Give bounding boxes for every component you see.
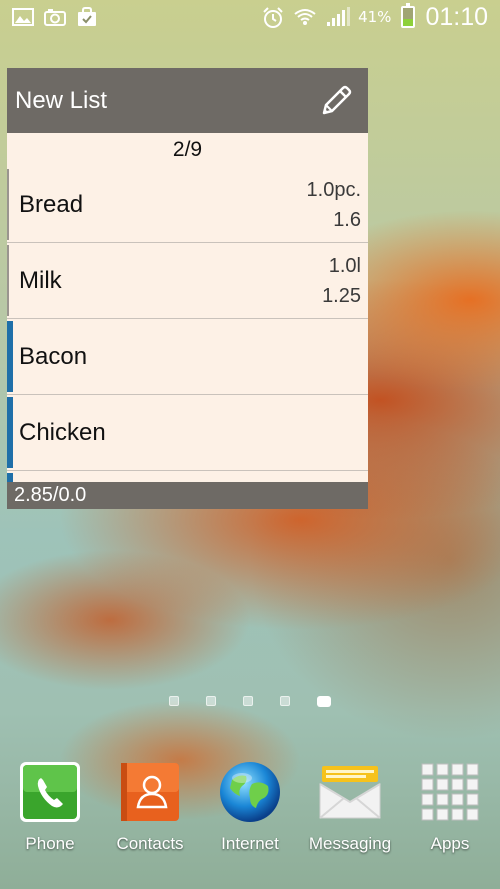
page-dot-active[interactable] <box>317 695 331 707</box>
list-item[interactable]: Chicken <box>7 395 368 471</box>
widget-header: New List <box>7 68 368 133</box>
shopping-bag-icon <box>76 7 98 27</box>
item-price: 1.6 <box>333 208 361 231</box>
page-dot[interactable] <box>169 696 179 706</box>
page-dot[interactable] <box>243 696 253 706</box>
battery-icon <box>401 3 416 28</box>
list-total: 2.85/0.0 <box>7 482 368 509</box>
item-quantity: 1.0pc. <box>306 178 361 201</box>
item-name: Bacon <box>19 342 88 370</box>
alarm-icon <box>262 7 284 28</box>
item-name: Milk <box>19 266 62 294</box>
page-dot[interactable] <box>206 696 216 706</box>
shopping-list-widget: New List 2/9 Bread 1.0pc. 1.6 Milk 1.0l <box>7 68 368 509</box>
battery-percent: 41% <box>358 8 392 26</box>
dock-label: Phone <box>25 834 75 853</box>
item-status-marker <box>7 473 13 482</box>
dock-contacts[interactable]: Contacts <box>100 760 200 854</box>
dock-label: Messaging <box>308 834 392 853</box>
list-title[interactable]: New List <box>15 87 107 115</box>
list-item[interactable]: Bacon <box>7 319 368 395</box>
item-status-marker <box>7 169 9 240</box>
apps-grid-icon <box>418 760 482 824</box>
phone-icon <box>18 760 82 824</box>
item-meta: 1.0pc. 1.6 <box>307 175 361 235</box>
wifi-icon <box>294 7 316 27</box>
item-name: Chicken <box>19 418 106 446</box>
dock-messaging[interactable]: Messaging <box>300 760 400 854</box>
dock: Phone Contacts Internet Messaging Apps <box>0 760 500 870</box>
items-counter: 2/9 <box>172 138 203 161</box>
item-status-marker <box>7 397 13 468</box>
dock-phone[interactable]: Phone <box>0 760 100 854</box>
list-item[interactable]: Bread 1.0pc. 1.6 <box>7 167 368 243</box>
signal-icon <box>326 7 351 27</box>
items-list[interactable]: Bread 1.0pc. 1.6 Milk 1.0l 1.25 Bacon Ch… <box>7 167 368 482</box>
dock-apps[interactable]: Apps <box>400 760 500 854</box>
page-indicator <box>0 694 500 708</box>
item-status-marker <box>7 245 9 316</box>
list-item[interactable] <box>7 471 368 482</box>
item-name: Bread <box>19 190 84 218</box>
item-meta: 1.0l 1.25 <box>322 251 361 311</box>
system-icons: 41% 01:10 <box>262 3 488 32</box>
dock-label: Internet <box>221 834 279 853</box>
battery-level <box>403 18 414 26</box>
item-quantity: 1.0l <box>328 254 361 277</box>
camera-icon <box>44 7 66 27</box>
globe-icon <box>218 760 282 824</box>
notification-icons <box>12 7 98 27</box>
dock-internet[interactable]: Internet <box>200 760 300 854</box>
item-status-marker <box>7 321 13 392</box>
clock: 01:10 <box>425 2 488 31</box>
status-bar: 41% 01:10 <box>0 0 500 34</box>
envelope-icon <box>318 760 382 824</box>
dock-label: Apps <box>430 834 470 853</box>
list-item[interactable]: Milk 1.0l 1.25 <box>7 243 368 319</box>
gallery-icon <box>12 7 34 27</box>
dock-label: Contacts <box>116 834 184 853</box>
page-dot[interactable] <box>280 696 290 706</box>
pencil-icon[interactable] <box>318 83 354 119</box>
item-price: 1.25 <box>322 284 361 307</box>
contacts-icon <box>118 760 182 824</box>
